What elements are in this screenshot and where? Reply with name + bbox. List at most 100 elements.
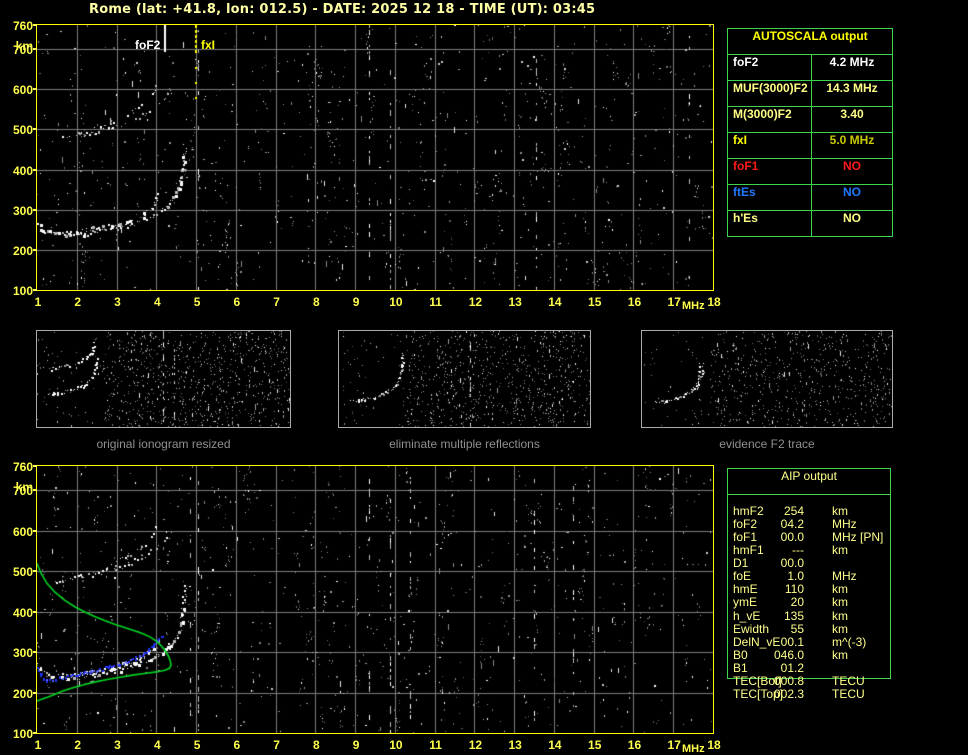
aip-param-value: 046.0	[773, 647, 804, 662]
x-tick: 8	[313, 738, 320, 752]
aip-param-label: D1	[733, 556, 749, 571]
aip-row-D1: D1 00.0	[727, 556, 891, 571]
aip-param-value: 01.2	[780, 660, 804, 675]
autoscala-param-value: 14.3 MHz	[826, 81, 878, 95]
autoscala-param-label: MUF(3000)F2	[728, 81, 812, 106]
aip-row-foE: foE 1.0 MHz	[727, 569, 891, 584]
aip-param-label: B0	[733, 647, 748, 662]
x-tick: 3	[114, 295, 121, 309]
aip-param-unit: km	[832, 582, 848, 597]
x-tick: 3	[114, 738, 121, 752]
x-tick: 16	[627, 738, 642, 752]
y-tick: 200	[12, 243, 33, 258]
aip-row-TEC[Bot]: TEC[Bot] 000.8 TECU	[727, 673, 891, 688]
thumbnail-eliminate-caption: eliminate multiple reflections	[389, 437, 540, 451]
autoscala-param-value: NO	[843, 159, 861, 173]
aip-param-value: 55	[790, 621, 804, 636]
autoscala-param-label: foF1	[728, 159, 812, 184]
aip-param-value: 00.0	[780, 556, 804, 571]
y-tick-mark	[33, 651, 37, 654]
aip-row-Ewidth: Ewidth 55 km	[727, 621, 891, 636]
y-tick: 300	[12, 646, 33, 661]
aip-param-value: 00.0	[780, 530, 804, 545]
y-tick: 400	[12, 605, 33, 620]
autoscala-row-foF1: foF1 NO	[728, 159, 892, 185]
fof2-marker-label: foF2	[135, 38, 161, 52]
autoscala-param-value: 3.40	[840, 107, 864, 121]
y-tick: 100	[12, 727, 33, 741]
aip-param-unit: km	[832, 647, 848, 662]
autoscala-param-value: 5.0 MHz	[829, 133, 875, 147]
y-tick-mark	[33, 570, 37, 573]
aip-param-value: 00.1	[780, 634, 804, 649]
aip-row-h_vE: h_vE 135 km	[727, 608, 891, 623]
aip-param-unit: km	[832, 595, 848, 610]
aip-param-value: 110	[784, 582, 804, 597]
aip-param-value: 002.3	[773, 686, 804, 701]
aip-param-value: 04.2	[780, 517, 804, 532]
x-tick: 15	[588, 295, 602, 309]
y-tick: 400	[12, 163, 33, 178]
aip-param-unit: TECU	[832, 673, 865, 688]
x-tick: 16	[627, 295, 642, 309]
x-tick: 9	[352, 738, 360, 752]
aip-table-title: AIP output	[728, 469, 890, 495]
autoscala-param-label: fxI	[728, 133, 812, 158]
autoscala-param-label: foF2	[728, 55, 812, 80]
y-tick: 600	[12, 524, 33, 539]
page-title: Rome (lat: +41.8, lon: 012.5) - DATE: 20…	[89, 2, 596, 17]
y-tick-mark	[33, 610, 37, 613]
x-tick: 17	[667, 738, 681, 752]
aip-row-hmF2: hmF2 254 km	[727, 504, 891, 518]
autoscala-row-foF2: foF2 4.2 MHz	[728, 55, 892, 81]
y-tick-mark	[33, 732, 37, 734]
aip-param-unit: MHz	[832, 530, 857, 545]
aip-param-unit: km	[832, 543, 848, 558]
aip-param-value: ---	[792, 543, 804, 558]
aip-row-DelN_vE: DelN_vE 00.1 m^(-3)	[727, 634, 891, 649]
thumbnail-original-ionogram	[36, 330, 291, 428]
autoscala-param-label: M(3000)F2	[728, 107, 812, 132]
aip-param-value: 135	[783, 608, 804, 623]
y-tick-mark	[33, 489, 37, 492]
ionogram-bottom	[36, 465, 714, 734]
x-tick: 12	[468, 295, 483, 309]
x-tick: 13	[508, 295, 522, 309]
autoscala-param-label: h'Es	[728, 211, 812, 236]
thumbnail-evidence-caption: evidence F2 trace	[719, 437, 815, 451]
x-tick: 13	[508, 738, 522, 752]
x-tick: 11	[429, 295, 442, 309]
ionogram-top-canvas	[37, 25, 713, 290]
autoscala-table-title: AUTOSCALA output	[728, 29, 892, 55]
y-tick-mark	[33, 289, 37, 291]
x-tick: 17	[667, 295, 681, 309]
ionogram-top: foF2 fxI	[36, 24, 714, 291]
y-tick-mark	[33, 168, 37, 171]
x-tick: 7	[273, 295, 280, 309]
autoscala-row-h'Es: h'Es NO	[728, 211, 892, 236]
y-tick-mark	[33, 465, 37, 467]
thumbnail-original-caption: original ionogram resized	[96, 437, 231, 451]
aip-row-foF2: foF2 04.2 MHz	[727, 517, 891, 532]
top-x-axis-unit: MHz	[682, 300, 705, 312]
y-tick: 200	[12, 686, 33, 701]
aip-param-unit: MHz	[832, 569, 857, 584]
autoscala-param-label: ftEs	[728, 185, 812, 210]
aip-param-unit: MHz	[832, 517, 857, 532]
aip-param-value: 1.0	[787, 569, 804, 584]
aip-param-value: 000.8	[773, 673, 804, 688]
x-tick: 14	[548, 295, 562, 309]
thumbnail-eliminate-reflections	[338, 330, 591, 428]
y-tick-mark	[33, 208, 37, 211]
x-tick: 2	[74, 738, 82, 752]
autoscala-row-ftEs: ftEs NO	[728, 185, 892, 211]
aip-rows: hmF2 254 km foF2 04.2 MHz foF1 00.0 MHz [PN] hmF1-…	[727, 504, 891, 701]
aip-param-label: foE	[733, 569, 752, 584]
bottom-x-axis-unit: MHz	[682, 743, 705, 755]
y-tick: 100	[12, 284, 33, 298]
x-tick: 5	[193, 738, 201, 752]
y-tick: 500	[12, 565, 33, 580]
autoscala-row-fxI: fxI 5.0 MHz	[728, 133, 892, 159]
x-tick: 6	[233, 295, 241, 309]
autoscala-screen: Rome (lat: +41.8, lon: 012.5) - DATE: 20…	[0, 0, 968, 755]
